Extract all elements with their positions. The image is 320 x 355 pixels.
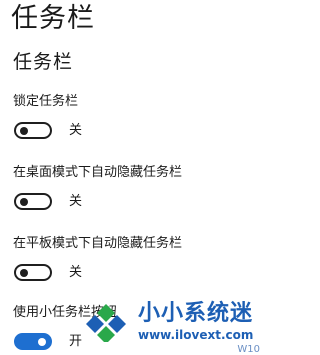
- toggle-state-label: 关: [69, 194, 83, 209]
- setting-label: 在桌面模式下自动隐藏任务栏: [13, 165, 183, 180]
- setting-label: 在平板模式下自动隐藏任务栏: [13, 236, 183, 251]
- lock-taskbar-toggle[interactable]: [14, 122, 52, 139]
- watermark-url: www.ilovext.com: [138, 328, 254, 342]
- autohide-desktop-toggle[interactable]: [14, 193, 52, 210]
- setting-label: 锁定任务栏: [13, 94, 79, 109]
- section-title: 任务栏: [13, 51, 74, 73]
- setting-autohide-tablet: 在平板模式下自动隐藏任务栏 关: [13, 235, 258, 286]
- small-buttons-toggle[interactable]: [14, 333, 52, 350]
- autohide-tablet-toggle[interactable]: [14, 264, 52, 281]
- watermark-logo-icon: [86, 304, 126, 342]
- toggle-knob: [20, 197, 28, 206]
- settings-page: 任务栏 任务栏 锁定任务栏 关 在桌面模式下自动隐藏任务栏 关 在平板模式下自动…: [0, 0, 264, 355]
- setting-lock-taskbar: 锁定任务栏 关: [13, 93, 258, 144]
- toggle-state-label: 关: [69, 265, 83, 280]
- toggle-knob: [38, 337, 46, 346]
- page-title: 任务栏: [11, 3, 95, 34]
- toggle-state-label: 开: [69, 334, 83, 349]
- toggle-knob: [20, 126, 28, 135]
- toggle-row: 关: [13, 120, 258, 144]
- watermark: 小小系统迷 www.ilovext.com W10: [86, 300, 264, 355]
- watermark-corner-text: W10: [237, 344, 260, 355]
- toggle-row: 关: [13, 262, 258, 286]
- watermark-title: 小小系统迷: [138, 301, 254, 326]
- toggle-knob: [20, 268, 28, 277]
- toggle-state-label: 关: [69, 123, 83, 138]
- toggle-row: 关: [13, 191, 258, 215]
- setting-autohide-desktop: 在桌面模式下自动隐藏任务栏 关: [13, 164, 258, 215]
